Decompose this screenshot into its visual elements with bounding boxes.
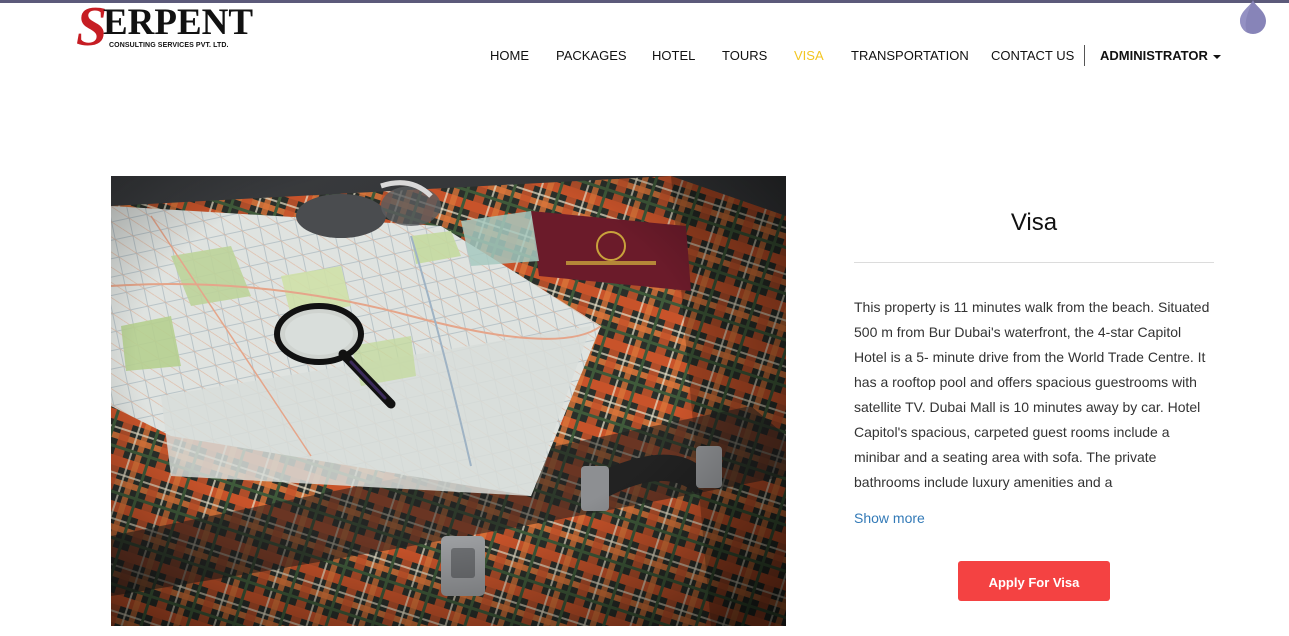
nav-tours[interactable]: TOURS [722, 48, 767, 64]
nav-contact-us[interactable]: CONTACT US [991, 48, 1074, 64]
nav-home[interactable]: HOME [490, 48, 529, 64]
nav-visa[interactable]: VISA [794, 48, 824, 64]
nav-packages[interactable]: PACKAGES [556, 48, 627, 64]
nav-divider [1084, 45, 1085, 66]
brand-logo[interactable]: S ERPENT CONSULTING SERVICES PVT. LTD. [76, 0, 256, 55]
visa-description: This property is 11 minutes walk from th… [854, 299, 1210, 490]
nav-hotel[interactable]: HOTEL [652, 48, 695, 64]
apply-for-visa-button[interactable]: Apply For Visa [958, 561, 1110, 601]
travel-suitcase-map-passport-image [111, 176, 786, 626]
nav-transportation[interactable]: TRANSPORTATION [851, 48, 969, 64]
droplet-icon[interactable] [1237, 0, 1269, 36]
logo-wordmark: ERPENT [103, 2, 254, 43]
logo-tagline: CONSULTING SERVICES PVT. LTD. [109, 42, 229, 49]
account-label: ADMINISTRATOR [1100, 48, 1208, 63]
visa-hero-image [111, 176, 786, 626]
show-more-link[interactable]: Show more [854, 509, 925, 527]
caret-down-icon [1212, 54, 1221, 59]
panel-title: Visa [1010, 209, 1058, 236]
account-menu[interactable]: ADMINISTRATOR [1100, 48, 1221, 64]
title-divider [854, 262, 1214, 263]
